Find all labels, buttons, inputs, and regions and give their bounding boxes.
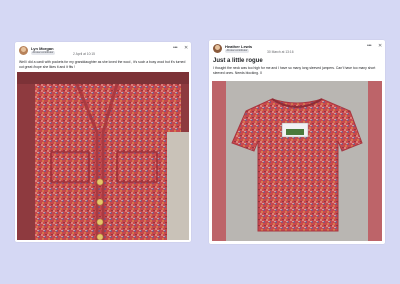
- post-time[interactable]: 2 April at 10:15: [73, 52, 95, 56]
- more-options-icon[interactable]: •••: [173, 46, 178, 51]
- post-time[interactable]: 30 March at 13:16: [267, 50, 294, 54]
- post-card-heather-lewis: Heather Lewis All-star contributor 30 Ma…: [209, 40, 385, 244]
- close-icon[interactable]: ✕: [184, 46, 188, 51]
- more-options-icon[interactable]: •••: [367, 44, 372, 49]
- close-icon[interactable]: ✕: [378, 44, 382, 49]
- post-text: Well i did a cardi with pockets for my g…: [19, 60, 186, 69]
- cardigan-image: [17, 72, 189, 240]
- jumper-image: [212, 81, 382, 241]
- contributor-badge: All-star contributor: [31, 51, 56, 55]
- post-photo-jumper[interactable]: [212, 81, 382, 241]
- post-title: Just a little rogue: [213, 58, 263, 64]
- author-avatar[interactable]: [19, 46, 28, 55]
- author-avatar[interactable]: [213, 44, 222, 53]
- post-card-lyn-morgan: Lyn Morgan All-star contributor 2 April …: [15, 42, 191, 242]
- contributor-badge: All-star contributor: [225, 49, 250, 53]
- post-photo-cardigan[interactable]: [17, 72, 189, 240]
- post-text: I thought the neck was too high for me a…: [213, 66, 376, 75]
